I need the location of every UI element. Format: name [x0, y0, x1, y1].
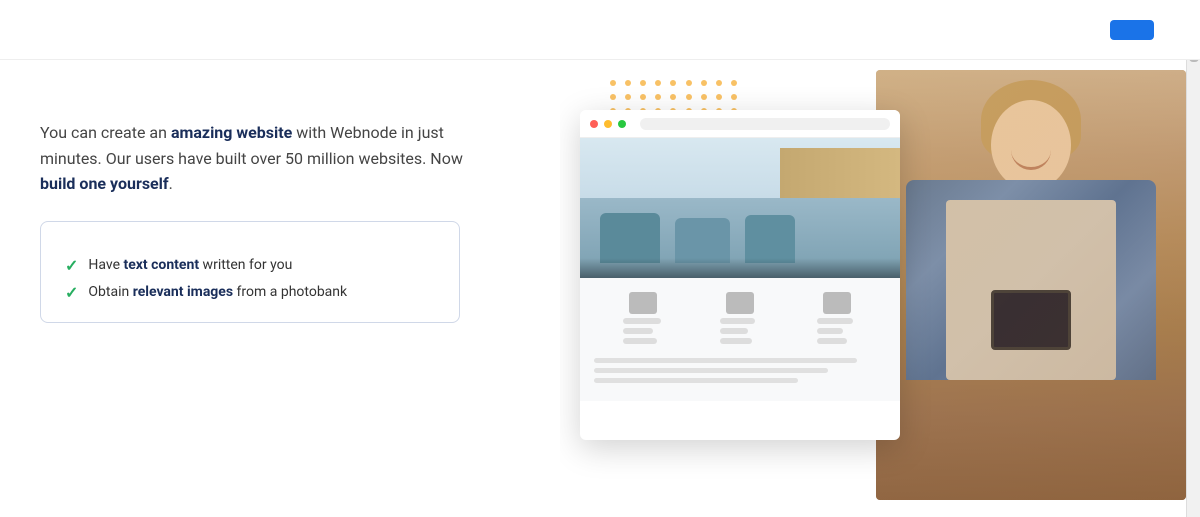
mockup-bottom-text — [594, 358, 886, 383]
scrollbar[interactable] — [1186, 0, 1200, 517]
dot-decoration — [716, 94, 722, 100]
mockup-text-block-1 — [623, 318, 663, 348]
ai-feature-2-text: Obtain relevant images from a photobank — [88, 284, 347, 300]
mockup-icon-sq-3 — [823, 292, 851, 314]
ai-feature-1-text: Have text content written for you — [88, 257, 292, 273]
hero-subtitle: You can create an amazing website with W… — [40, 120, 480, 197]
dot-decoration — [670, 94, 676, 100]
dot-decoration — [701, 94, 707, 100]
subtitle-bold1: amazing website — [171, 123, 292, 142]
mockup-text-block-2 — [720, 318, 760, 348]
browser-dot-green — [618, 120, 626, 128]
mockup-name-overlay — [580, 258, 900, 278]
dot-decoration — [625, 94, 631, 100]
mockup-browser-bar — [580, 110, 900, 138]
header-actions — [1110, 20, 1170, 40]
mockup-body — [580, 278, 900, 401]
dot-decoration — [655, 94, 661, 100]
woman-photo — [876, 70, 1186, 500]
mockup-icon-1 — [623, 292, 663, 348]
hero-right: // Generate dots via JS in template cons… — [560, 60, 1200, 517]
mockup-icon-sq-1 — [629, 292, 657, 314]
browser-dot-red — [590, 120, 598, 128]
ai-feature-1: ✓ Have text content written for you — [65, 256, 435, 275]
website-mockup — [580, 110, 900, 440]
dot-decoration — [731, 94, 737, 100]
mockup-text-block-3 — [817, 318, 857, 348]
dot-decoration — [640, 94, 646, 100]
check-icon-1: ✓ — [65, 256, 78, 275]
mockup-room-image — [580, 138, 900, 278]
check-icon-2: ✓ — [65, 283, 78, 302]
dot-decoration — [670, 80, 676, 86]
dot-decoration — [716, 80, 722, 86]
ai-feature-box: ✓ Have text content written for you ✓ Ob… — [40, 221, 460, 323]
mockup-icons-row — [594, 292, 886, 348]
dot-decoration — [610, 94, 616, 100]
dot-decoration — [655, 80, 661, 86]
dot-decoration — [640, 80, 646, 86]
dot-decoration — [701, 80, 707, 86]
dot-decoration — [625, 80, 631, 86]
browser-dot-yellow — [604, 120, 612, 128]
dot-decoration — [686, 94, 692, 100]
dot-decoration — [731, 80, 737, 86]
hero-left: You can create an amazing website with W… — [0, 60, 560, 517]
dot-decoration — [686, 80, 692, 86]
subtitle-bold2: build one yourself — [40, 174, 169, 193]
mockup-icon-3 — [817, 292, 857, 348]
create-website-button[interactable] — [1110, 20, 1154, 40]
mockup-address-bar — [640, 118, 890, 130]
mockup-icon-2 — [720, 292, 760, 348]
mockup-icon-sq-2 — [726, 292, 754, 314]
ai-feature-2: ✓ Obtain relevant images from a photoban… — [65, 283, 435, 302]
dot-decoration — [610, 80, 616, 86]
